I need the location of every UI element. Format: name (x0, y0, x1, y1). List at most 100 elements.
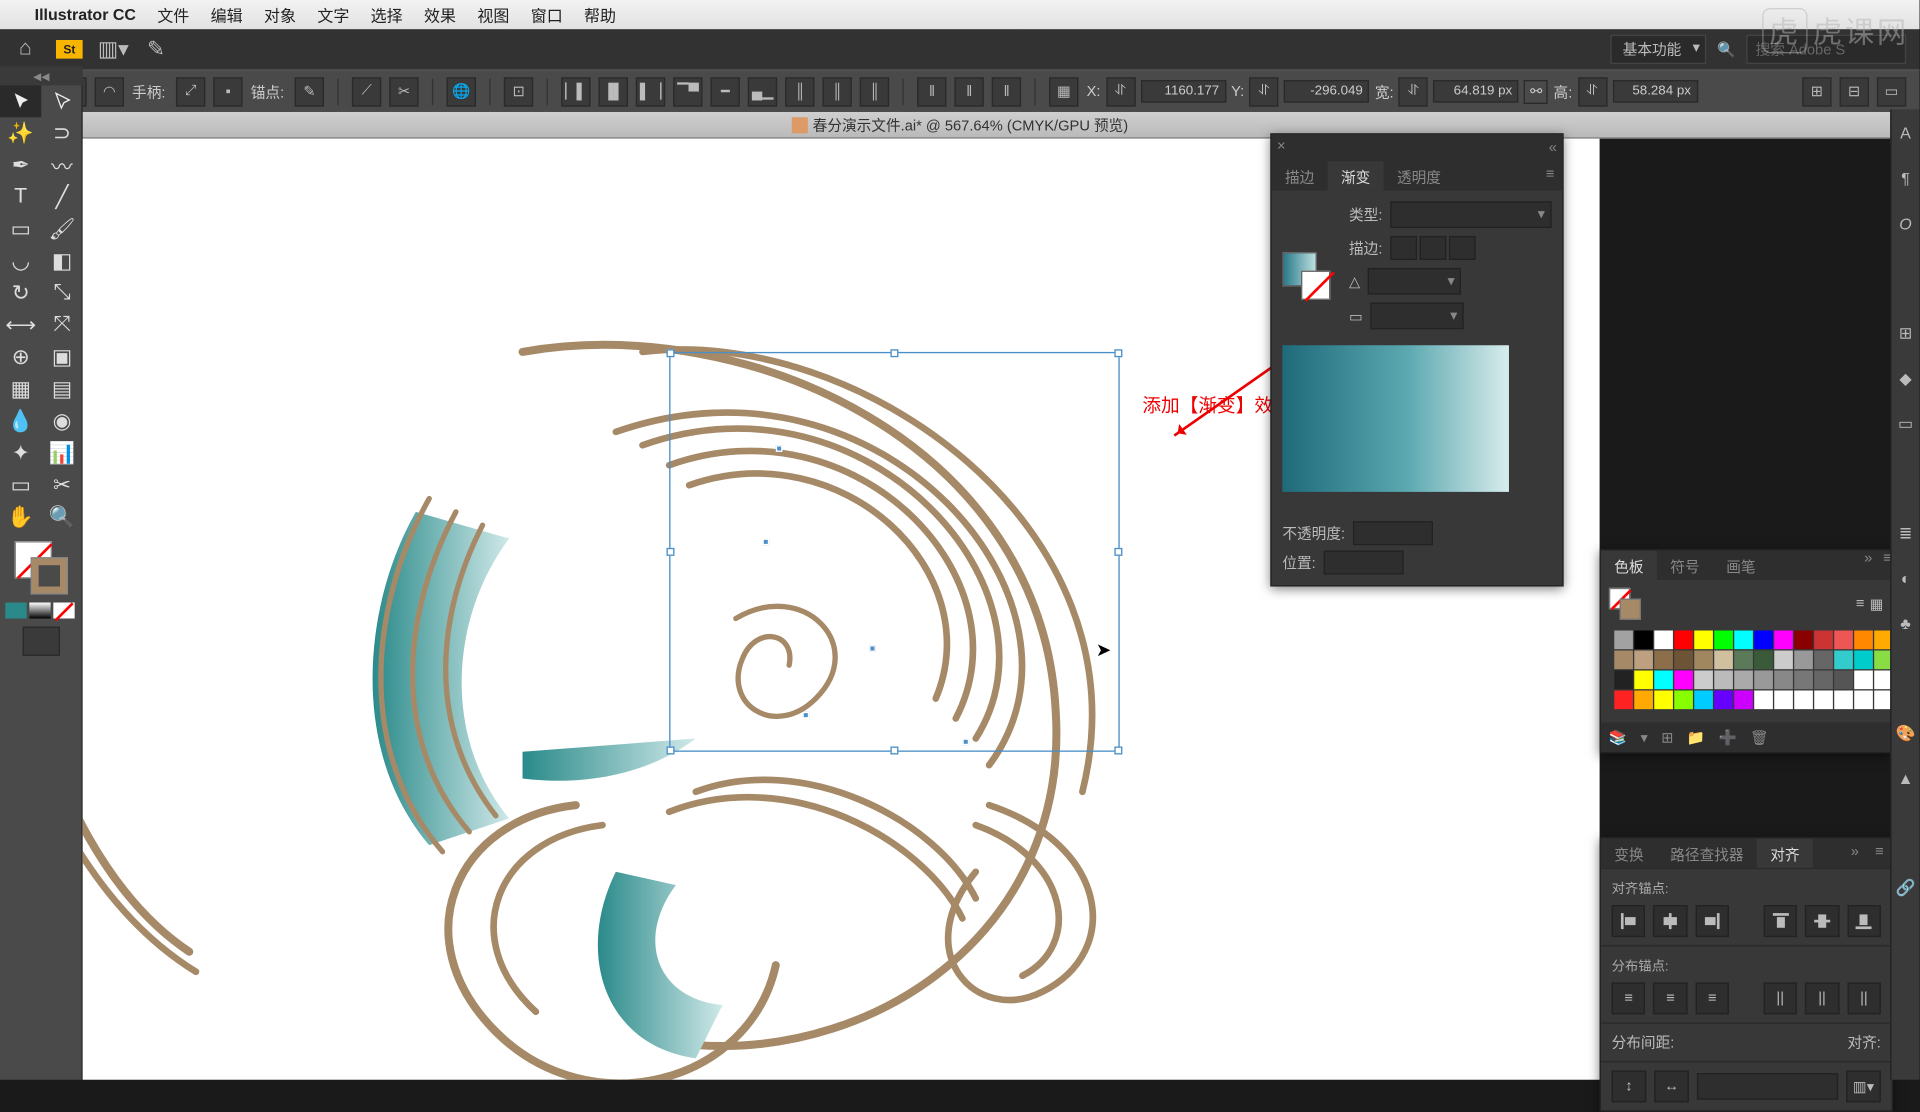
swatch-lib-icon[interactable]: 📚 (1609, 728, 1627, 745)
free-transform-tool[interactable]: ⤧ (41, 309, 82, 341)
swatch-cell[interactable] (1734, 631, 1753, 650)
handle-icon-2[interactable]: ▪ (213, 77, 242, 106)
tab-gradient[interactable]: 渐变 (1328, 161, 1384, 190)
zoom-tool[interactable]: 🔍 (41, 501, 82, 533)
tab-transform[interactable]: 变换 (1601, 838, 1657, 867)
fill-stroke-indicator[interactable] (14, 541, 67, 594)
location-field[interactable] (1324, 551, 1404, 575)
swatch-cell[interactable] (1714, 631, 1733, 650)
swatch-cell[interactable] (1654, 690, 1673, 709)
gradient-stroke-thumb[interactable] (1301, 271, 1330, 300)
dist-h2-icon[interactable]: ║ (823, 77, 852, 106)
mesh-tool[interactable]: ▦ (0, 373, 41, 405)
gradient-slider[interactable] (1282, 497, 1551, 516)
stock-icon[interactable]: St (56, 40, 83, 59)
grid-view-icon[interactable]: ▦ (1870, 595, 1884, 612)
tools-collapse-bar[interactable]: ◀◀ (0, 67, 83, 86)
handle-bl[interactable] (667, 746, 675, 754)
align-hcenter-icon[interactable]: ▐▌ (599, 77, 628, 106)
dist-vspace-button[interactable]: ↕ (1612, 1070, 1647, 1102)
pen-tool[interactable]: ✒ (0, 149, 41, 181)
handle-tm[interactable] (890, 349, 898, 357)
handle-br[interactable] (1114, 746, 1122, 754)
handle-bm[interactable] (890, 746, 898, 754)
artboard-tool[interactable]: ▭ (0, 469, 41, 501)
isolate-icon[interactable]: ⊡ (504, 77, 533, 106)
asset-dock-icon[interactable]: ◆ (1895, 368, 1916, 389)
swatch-cell[interactable] (1614, 690, 1633, 709)
smooth-anchor-icon[interactable]: ◠ (95, 77, 124, 106)
bridge-icon[interactable]: ✎ (144, 37, 168, 61)
anchor-point[interactable] (776, 445, 783, 452)
align-vcenter-button[interactable] (1805, 905, 1839, 937)
opentype-dock-icon[interactable]: O (1895, 213, 1916, 234)
swatch-cell[interactable] (1694, 690, 1713, 709)
h-value[interactable]: 58.284 px (1612, 80, 1697, 103)
swatch-cell[interactable] (1734, 651, 1753, 670)
swatch-cell[interactable] (1854, 651, 1873, 670)
swatch-cell[interactable] (1834, 631, 1853, 650)
handle-tr[interactable] (1114, 349, 1122, 357)
swatch-cell[interactable] (1794, 690, 1813, 709)
swatch-cell[interactable] (1774, 670, 1793, 689)
arrange-icon[interactable]: ▥▾ (101, 37, 125, 61)
swatch-cell[interactable] (1774, 631, 1793, 650)
spacing-field[interactable] (1697, 1073, 1838, 1100)
menu-view[interactable]: 视图 (477, 3, 509, 26)
dist-right-button[interactable]: || (1847, 982, 1881, 1014)
cut-path-icon[interactable]: ✂ (389, 77, 418, 106)
shape-builder-tool[interactable]: ⊕ (0, 341, 41, 373)
swatch-cell[interactable] (1694, 670, 1713, 689)
swatch-cell[interactable] (1774, 651, 1793, 670)
align-right-icon[interactable]: ▌▕ (636, 77, 665, 106)
swatch-cell[interactable] (1634, 631, 1653, 650)
paintbrush-tool[interactable]: 🖌 (41, 213, 82, 245)
dist-vcenter-button[interactable]: ≡ (1653, 982, 1687, 1014)
collapse-icon[interactable]: « (1549, 140, 1557, 156)
screen-mode-button[interactable] (22, 627, 59, 656)
type-tool[interactable]: T (0, 181, 41, 213)
swatch-cell[interactable] (1834, 670, 1853, 689)
tab-transparency[interactable]: 透明度 (1384, 161, 1455, 190)
dist-top-button[interactable]: ≡ (1612, 982, 1646, 1014)
rectangle-tool[interactable]: ▭ (0, 213, 41, 245)
graphic-styles-dock-icon[interactable]: ♣ (1895, 613, 1916, 634)
connect-path-icon[interactable]: ⟋ (352, 77, 381, 106)
gradient-aspect-field[interactable] (1371, 303, 1464, 330)
curvature-tool[interactable]: 〰 (41, 149, 82, 181)
artboards-dock-icon[interactable]: ▭ (1895, 413, 1916, 434)
align-top-icon[interactable]: ▔▀ (673, 77, 702, 106)
align-bottom-button[interactable] (1847, 905, 1881, 937)
dist-left-button[interactable]: || (1763, 982, 1797, 1014)
paragraph-dock-icon[interactable]: ¶ (1895, 168, 1916, 189)
link-wh-icon[interactable]: ⚯ (1524, 79, 1548, 103)
swatch-cell[interactable] (1714, 670, 1733, 689)
scale-tool[interactable]: ⤡ (41, 277, 82, 309)
menu-window[interactable]: 窗口 (531, 3, 563, 26)
tab-pathfinder[interactable]: 路径查找器 (1657, 838, 1757, 867)
color-dock-icon[interactable]: 🎨 (1895, 722, 1916, 743)
width-tool[interactable]: ⟷ (0, 309, 41, 341)
rotate-tool[interactable]: ↻ (0, 277, 41, 309)
dist-v1-icon[interactable]: ‖ (917, 77, 946, 106)
slice-tool[interactable]: ✂ (41, 469, 82, 501)
fill-stroke-mini[interactable] (1609, 588, 1641, 620)
eraser-tool[interactable]: ◧ (41, 245, 82, 277)
align-to-dropdown[interactable]: ▥▾ (1846, 1070, 1881, 1102)
swatch-cell[interactable] (1794, 631, 1813, 650)
swatch-gradient[interactable] (29, 603, 50, 619)
handle-tl[interactable] (667, 349, 675, 357)
stroke-grad-across-icon[interactable] (1449, 236, 1476, 260)
dist-bottom-button[interactable]: ≡ (1695, 982, 1729, 1014)
tab-align[interactable]: 对齐 (1757, 838, 1813, 867)
properties-dock-icon[interactable]: A (1895, 123, 1916, 144)
swatch-cell[interactable] (1734, 690, 1753, 709)
menu-help[interactable]: 帮助 (584, 3, 616, 26)
y-value[interactable]: -296.049 (1284, 80, 1369, 103)
stroke-color-icon[interactable] (30, 557, 67, 594)
new-group-icon[interactable]: 📁 (1687, 728, 1705, 745)
swatch-cell[interactable] (1754, 631, 1773, 650)
x-value[interactable]: 1160.177 (1141, 80, 1226, 103)
selection-tool[interactable] (0, 85, 41, 117)
swatch-cell[interactable] (1614, 651, 1633, 670)
